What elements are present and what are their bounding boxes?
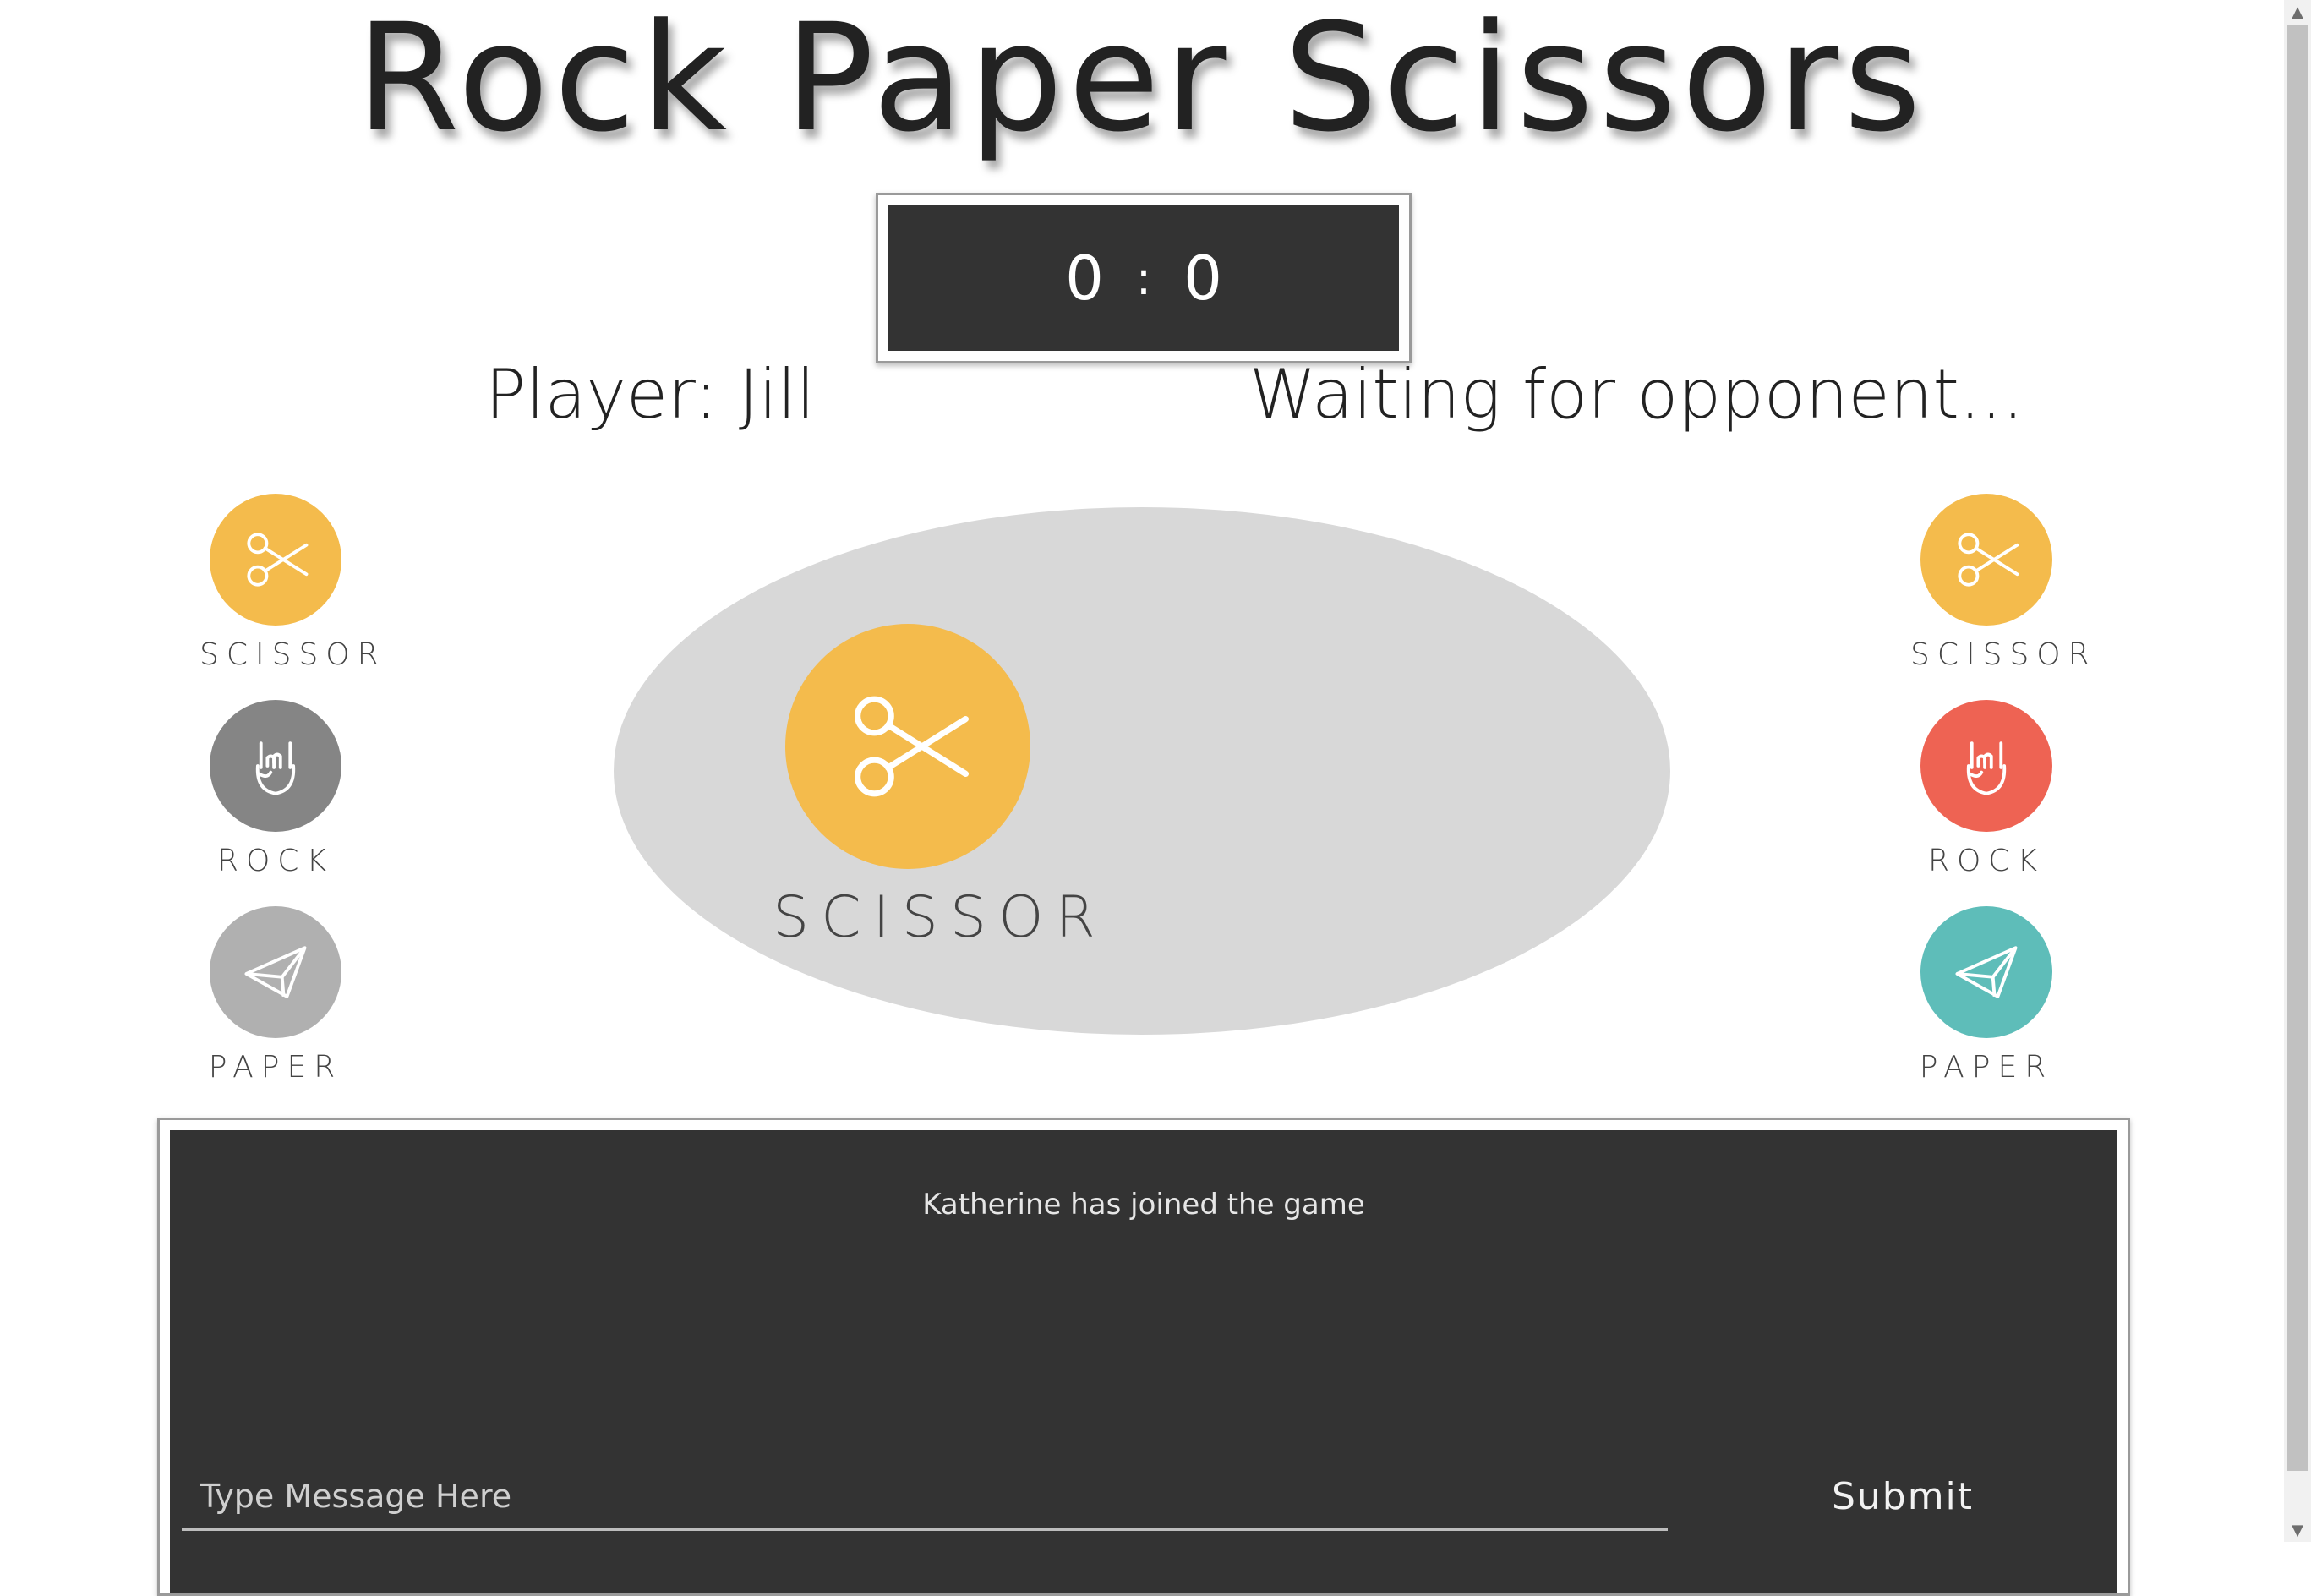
scoreboard: 0 : 0 <box>876 193 1412 363</box>
page-scrollbar[interactable]: ▲ ▼ <box>2284 0 2311 1542</box>
scroll-down-icon[interactable]: ▼ <box>2284 1518 2311 1542</box>
scissors-icon <box>785 624 1030 869</box>
player-choice-scissor[interactable]: SCISSOR <box>199 494 386 672</box>
opponent-choice-scissor: SCISSOR <box>1910 494 2097 672</box>
selected-choice-label: SCISSOR <box>773 884 1107 951</box>
chat-message: Katherine has joined the game <box>922 1188 1365 1222</box>
opponent-choice-rock: ROCK <box>1910 700 2062 878</box>
choice-label: ROCK <box>216 844 335 878</box>
game-title: Rock Paper Scissors <box>356 0 1926 165</box>
player-name: Player: Jill <box>485 355 816 434</box>
paper-plane-icon <box>210 906 341 1038</box>
opponent-status: Waiting for opponent... <box>1249 355 2024 434</box>
choice-label: PAPER <box>208 1050 343 1085</box>
player-choice-paper[interactable]: PAPER <box>199 906 352 1085</box>
submit-button[interactable]: Submit <box>1801 1467 2004 1526</box>
chat-panel: Katherine has joined the game Submit <box>157 1118 2130 1596</box>
rock-hand-icon <box>1920 700 2052 832</box>
paper-plane-icon <box>1920 906 2052 1038</box>
choice-label: ROCK <box>1927 844 2046 878</box>
opponent-choice-paper: PAPER <box>1910 906 2062 1085</box>
opponent-score: 0 <box>1183 243 1222 314</box>
scissors-icon <box>210 494 341 626</box>
chat-message-input[interactable] <box>182 1465 1668 1531</box>
selected-choice: SCISSOR <box>773 624 1107 951</box>
score-separator: : <box>1135 251 1152 305</box>
choice-label: SCISSOR <box>1910 637 2097 672</box>
player-choice-rock[interactable]: ROCK <box>199 700 352 878</box>
scroll-thumb[interactable] <box>2287 25 2308 1471</box>
choice-label: SCISSOR <box>199 637 386 672</box>
scissors-icon <box>1920 494 2052 626</box>
choice-label: PAPER <box>1919 1050 2054 1085</box>
scroll-up-icon[interactable]: ▲ <box>2284 0 2311 24</box>
rock-hand-icon <box>210 700 341 832</box>
player-score: 0 <box>1065 243 1104 314</box>
